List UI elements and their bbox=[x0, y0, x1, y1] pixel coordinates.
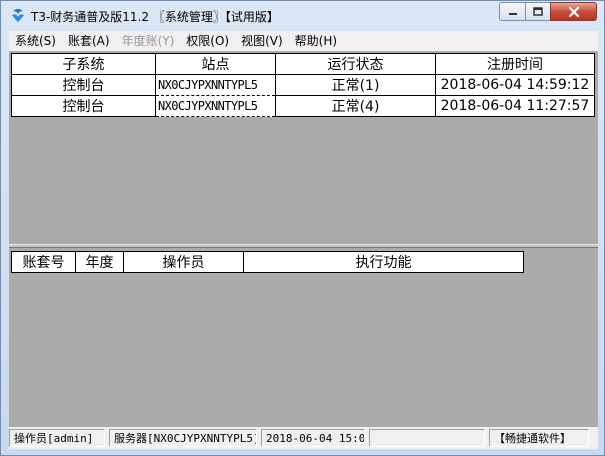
col-header-year[interactable]: 年度 bbox=[75, 251, 124, 273]
main-window: T3-财务通普及版11.2 〖系统管理〗【试用版】 系统(S) 账套(A) 年度… bbox=[0, 0, 605, 456]
close-button[interactable] bbox=[550, 2, 597, 21]
window-title: T3-财务通普及版11.2 〖系统管理〗【试用版】 bbox=[31, 10, 279, 24]
col-header-function[interactable]: 执行功能 bbox=[243, 251, 524, 273]
status-vendor: 【畅捷通软件】 bbox=[489, 429, 589, 447]
close-icon bbox=[568, 6, 579, 17]
minimize-button[interactable] bbox=[499, 2, 526, 21]
maximize-button[interactable] bbox=[525, 2, 551, 21]
operation-table-header: 账套号 年度 操作员 执行功能 bbox=[11, 251, 524, 273]
cell-status: 正常(1) bbox=[275, 74, 436, 96]
cell-site: NX0CJYPXNNTYPL5 bbox=[155, 74, 276, 96]
subsystem-table: 子系统 站点 运行状态 注册时间 控制台 NX0CJYPXNNTYPL5 正常(… bbox=[11, 53, 595, 117]
cell-register-time: 2018-06-04 11:27:57 bbox=[435, 95, 595, 117]
client-area: 子系统 站点 运行状态 注册时间 控制台 NX0CJYPXNNTYPL5 正常(… bbox=[9, 51, 598, 427]
status-bar: 操作员[admin] 服务器[NX0CJYPXNNTYPL5] 2018-06-… bbox=[9, 427, 598, 449]
maximize-icon bbox=[533, 6, 543, 16]
status-operator: 操作员[admin] bbox=[9, 429, 105, 447]
status-datetime: 2018-06-04 15:02 bbox=[261, 429, 365, 447]
col-header-status[interactable]: 运行状态 bbox=[275, 53, 436, 75]
app-icon bbox=[10, 7, 26, 23]
menu-view[interactable]: 视图(V) bbox=[235, 31, 289, 51]
menu-fiscal-year[interactable]: 年度账(Y) bbox=[116, 31, 181, 51]
menu-permissions[interactable]: 权限(O) bbox=[180, 31, 235, 51]
cell-subsystem: 控制台 bbox=[11, 74, 156, 96]
table-row[interactable]: 控制台 NX0CJYPXNNTYPL5 正常(4) 2018-06-04 11:… bbox=[11, 95, 595, 117]
menu-account-set[interactable]: 账套(A) bbox=[62, 31, 116, 51]
col-header-account-no[interactable]: 账套号 bbox=[11, 251, 76, 273]
menu-bar: 系统(S) 账套(A) 年度账(Y) 权限(O) 视图(V) 帮助(H) bbox=[9, 31, 598, 51]
col-header-register-time[interactable]: 注册时间 bbox=[435, 53, 595, 75]
col-header-subsystem[interactable]: 子系统 bbox=[11, 53, 156, 75]
menu-system[interactable]: 系统(S) bbox=[9, 31, 62, 51]
status-server: 服务器[NX0CJYPXNNTYPL5] bbox=[109, 429, 257, 447]
table-row[interactable]: 控制台 NX0CJYPXNNTYPL5 正常(1) 2018-06-04 14:… bbox=[11, 74, 595, 96]
minimize-icon bbox=[508, 12, 517, 15]
subsystem-table-header: 子系统 站点 运行状态 注册时间 bbox=[11, 53, 595, 75]
cell-status: 正常(4) bbox=[275, 95, 436, 117]
col-header-site[interactable]: 站点 bbox=[155, 53, 276, 75]
cell-subsystem: 控制台 bbox=[11, 95, 156, 117]
pane-splitter[interactable] bbox=[9, 244, 598, 248]
menu-help[interactable]: 帮助(H) bbox=[289, 31, 343, 51]
operation-table: 账套号 年度 操作员 执行功能 bbox=[11, 251, 524, 273]
col-header-operator[interactable]: 操作员 bbox=[123, 251, 244, 273]
title-bar[interactable]: T3-财务通普及版11.2 〖系统管理〗【试用版】 bbox=[1, 1, 604, 31]
cell-site: NX0CJYPXNNTYPL5 bbox=[155, 95, 276, 117]
cell-register-time: 2018-06-04 14:59:12 bbox=[435, 74, 595, 96]
status-empty bbox=[369, 429, 485, 447]
